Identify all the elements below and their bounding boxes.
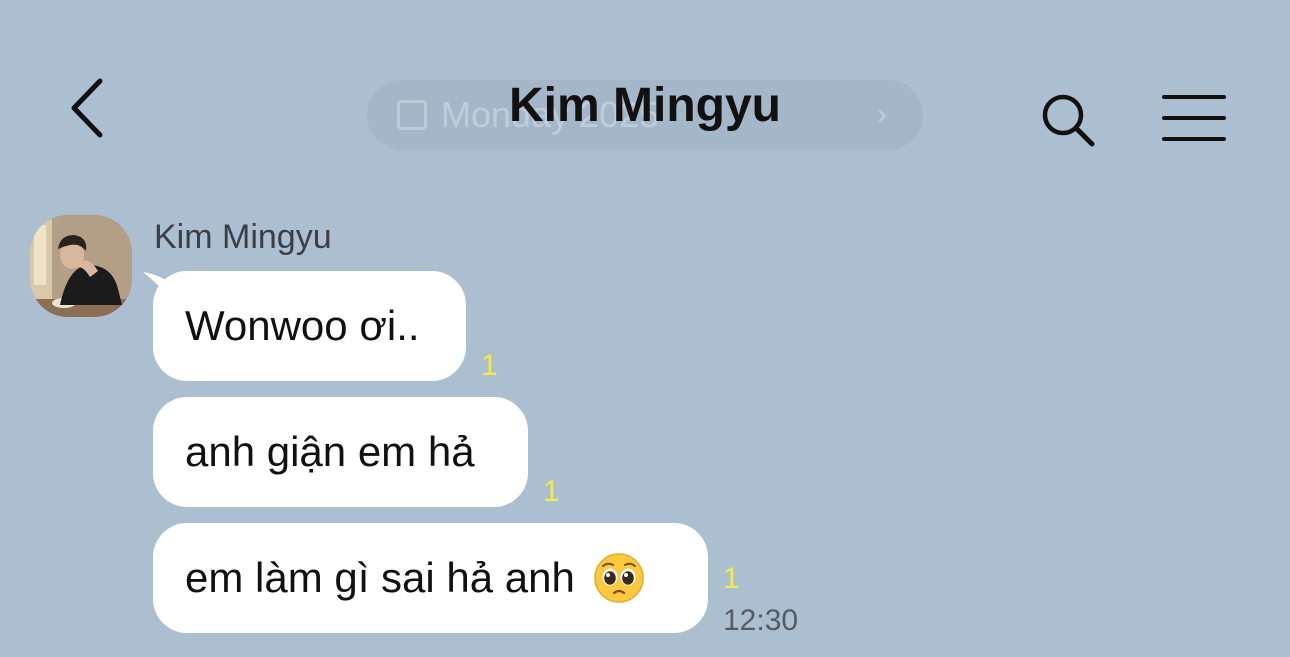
avatar[interactable]	[30, 215, 132, 317]
message-text: anh giận em hả	[185, 428, 475, 475]
search-button[interactable]	[1036, 88, 1102, 154]
unread-count: 1	[543, 475, 560, 508]
profile-photo	[30, 215, 132, 317]
message-time: 12:30	[723, 604, 799, 637]
message-text: Wonwoo ơi..	[185, 302, 420, 349]
chevron-right-icon: ›	[877, 98, 887, 131]
chat-header: Monday 2025 › Kim Mingyu	[0, 0, 1290, 190]
hamburger-menu-icon	[1162, 95, 1226, 99]
unread-count: 1	[481, 349, 498, 382]
pleading-face-emoji	[594, 553, 644, 603]
unread-count: 1	[723, 562, 740, 595]
date-pill[interactable]: Monday 2025 ›	[367, 80, 923, 150]
search-icon	[1042, 94, 1095, 147]
message-bubble[interactable]: anh giận em hả	[153, 397, 528, 507]
back-button[interactable]	[56, 72, 120, 144]
message-text: em làm gì sai hả anh	[185, 554, 575, 601]
message-bubble[interactable]: em làm gì sai hả anh	[153, 523, 708, 633]
sender-name: Kim Mingyu	[154, 218, 332, 256]
message-bubble[interactable]: Wonwoo ơi..	[153, 271, 466, 381]
chevron-left-icon	[71, 78, 103, 138]
date-pill-text: Monday 2025	[441, 94, 660, 135]
menu-button[interactable]	[1156, 88, 1232, 148]
calendar-icon	[397, 100, 427, 130]
